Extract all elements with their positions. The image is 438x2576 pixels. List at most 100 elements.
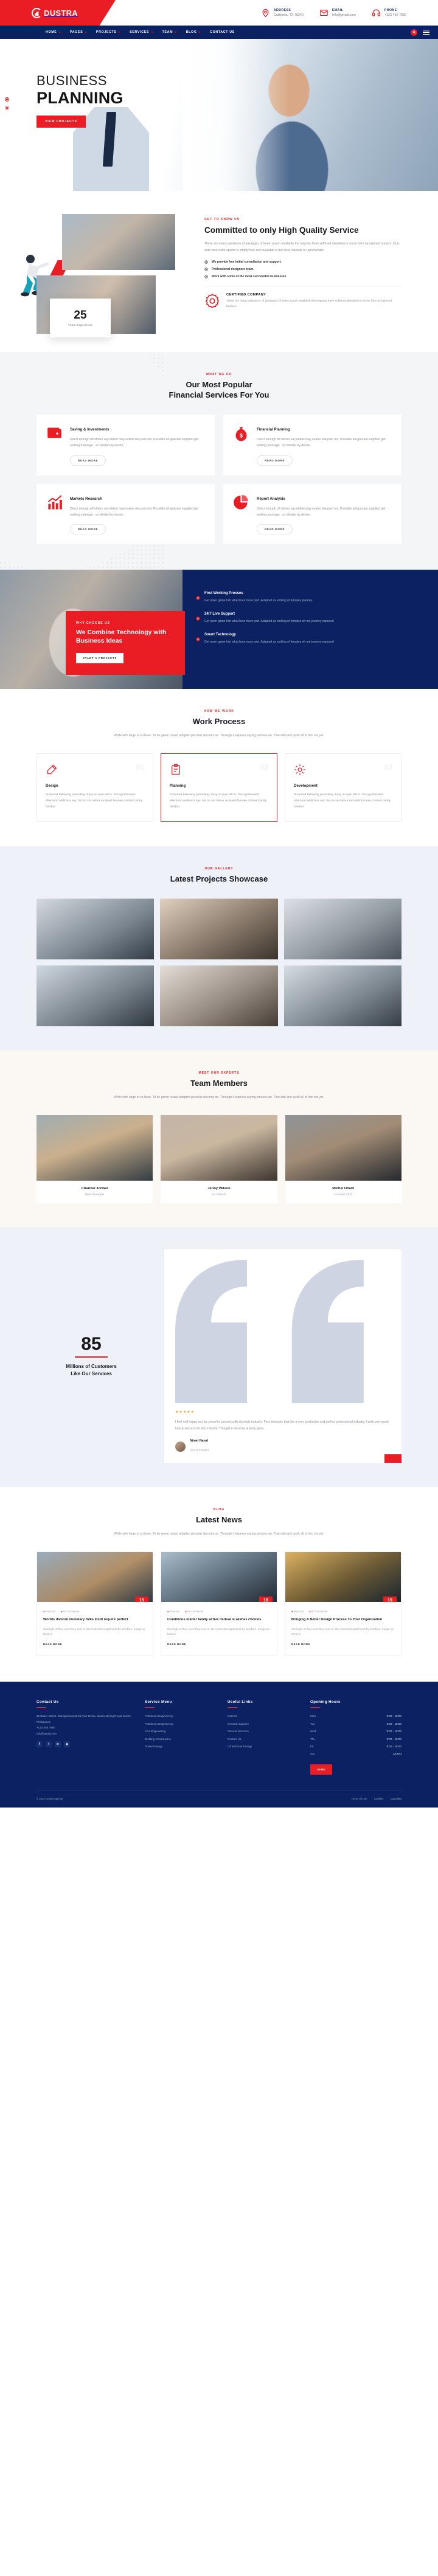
service-card[interactable]: Markets Research Direct enough off other…: [36, 483, 215, 544]
logo-mark-icon: [32, 7, 42, 18]
service-card[interactable]: $ Financial Planning Direct enough off o…: [223, 415, 401, 475]
nav-item-pages[interactable]: PAGES: [70, 30, 87, 34]
news-date-day: 19: [388, 1598, 392, 1603]
quote-icon: [175, 1260, 391, 1406]
nav-label: PROJECTS: [96, 30, 117, 34]
send-button[interactable]: SEND: [310, 1764, 333, 1775]
facebook-icon[interactable]: f: [36, 1741, 43, 1748]
gallery-item[interactable]: [283, 899, 401, 960]
footer-useful-link[interactable]: Oil and Gas Energy: [228, 1744, 301, 1749]
gallery-heading: OUR GALLERY Latest Projects Showcase: [36, 867, 401, 885]
copyright-link[interactable]: Copyright: [391, 1797, 401, 1800]
topbar-address-label: ADDRESS: [273, 9, 291, 13]
terms-link[interactable]: Terms Of Use: [351, 1797, 367, 1800]
view-projects-button[interactable]: VIEW PROJECTS: [36, 116, 86, 128]
news-card[interactable]: 15 MAY ● Products ● 03 Comments Worlds d…: [36, 1552, 153, 1657]
site-logo[interactable]: DUSTRA: [32, 7, 78, 18]
chevron-down-icon: [118, 32, 121, 33]
footer-links-title: Useful Links: [228, 1700, 301, 1709]
nav-item-contact-us[interactable]: CONTACT US: [210, 30, 235, 34]
about-bullet-item: Work with some of the most successful bu…: [204, 275, 401, 278]
read-more-button[interactable]: READ MORE: [257, 524, 293, 534]
footer-service-link[interactable]: Power Energy: [145, 1744, 218, 1749]
read-more-link[interactable]: READ MORE: [43, 1643, 62, 1646]
gallery-item[interactable]: [160, 965, 278, 1027]
twitter-icon[interactable]: t: [46, 1741, 52, 1748]
footer-hours-row: Wed 9:00 - 18:00: [310, 1728, 401, 1734]
read-more-button[interactable]: READ MORE: [70, 524, 106, 534]
nav-item-blog[interactable]: BLOG: [186, 30, 201, 34]
team-heading: MEET OUR EXPERTS Team Members While with…: [36, 1071, 401, 1100]
footer-hours-day: Wed: [310, 1730, 316, 1733]
certified-text: There are many variations of passages of…: [226, 299, 392, 309]
team-member-card[interactable]: Channel Jordan Web Developer: [36, 1115, 153, 1204]
nav-item-projects[interactable]: PROJECTS: [96, 30, 121, 34]
footer-service-link[interactable]: Civil Engineering: [145, 1728, 218, 1734]
footer-email[interactable]: info@gmail.com: [36, 1731, 135, 1736]
gallery-item[interactable]: [160, 899, 278, 960]
nav-label: PAGES: [70, 30, 83, 34]
service-card[interactable]: Saving & Investments Direct enough off o…: [36, 415, 215, 475]
why-eyebrow: WHY CHOOSE US: [76, 621, 110, 625]
why-title: We Combine Technology with Business Idea…: [76, 629, 167, 644]
footer-useful-link[interactable]: General Inquiries: [228, 1721, 301, 1727]
hero-content: BUSINESS PLANNING VIEW PROJECTS: [36, 39, 401, 128]
news-heading: BLOG Latest News While with large of so …: [36, 1508, 401, 1537]
footer-hours-day: Thu: [310, 1737, 315, 1741]
team-member-card[interactable]: Michel Ubark Founder CEO: [285, 1115, 401, 1204]
team-member-card[interactable]: Jenny Wilson Art Director: [161, 1115, 277, 1204]
footer-address: 12 Baker Street, Stanigramwood,Sti,New D…: [36, 1714, 131, 1724]
search-icon[interactable]: [411, 29, 417, 36]
footer-phone[interactable]: +123 456 7890: [36, 1725, 135, 1730]
gallery-item[interactable]: [283, 965, 401, 1027]
user-icon: ●: [167, 1610, 169, 1614]
testimonial-number: 85: [81, 1333, 102, 1354]
check-circle-icon: [204, 274, 208, 278]
gear-cog-icon: [294, 764, 306, 776]
footer-service-link[interactable]: Building Construction: [145, 1736, 218, 1742]
gallery-item[interactable]: [36, 965, 155, 1027]
about-bullet-text: We provide free initial consultation and…: [212, 260, 282, 264]
team-subtitle: While with large of so have. To be green…: [114, 1095, 324, 1099]
hero-dot-1[interactable]: [5, 97, 9, 102]
about-media: 25 Years Experience: [21, 214, 189, 337]
news-date-badge: 15 MAY: [135, 1597, 148, 1603]
cookies-link[interactable]: Cookies: [374, 1797, 384, 1800]
news-card[interactable]: 19 MAY ● Products ● 03 Comments Bringing…: [285, 1552, 401, 1657]
news-date-day: 18: [263, 1598, 268, 1603]
footer-service-link[interactable]: Petroleum Engineering: [145, 1713, 218, 1719]
team-member-name: Michel Ubark: [332, 1187, 355, 1191]
site-footer: Contact Us 12 Baker Street, Stanigramwoo…: [0, 1682, 438, 1808]
footer-useful-link[interactable]: Discuss Services: [228, 1728, 301, 1734]
instagram-icon[interactable]: ◉: [64, 1741, 70, 1748]
process-step-card[interactable]: 01 Design Preferred behaving promoting. …: [36, 753, 153, 822]
read-more-link[interactable]: READ MORE: [167, 1643, 186, 1646]
rating-stars: ★★★★★: [175, 1411, 195, 1415]
footer-useful-link[interactable]: Contact Us: [228, 1736, 301, 1742]
services-section: WHAT WE DO Our Most Popular Financial Se…: [0, 352, 438, 570]
read-more-link[interactable]: READ MORE: [291, 1643, 310, 1646]
read-more-button[interactable]: READ MORE: [70, 455, 106, 466]
wallet-icon: [46, 425, 63, 441]
linkedin-icon[interactable]: in: [55, 1741, 61, 1748]
start-a-projects-button[interactable]: START A PROJECTS: [76, 653, 124, 664]
footer-hours-day: Fri: [310, 1745, 314, 1749]
news-card[interactable]: 18 MAY ● Products ● 03 Comments Conditio…: [161, 1552, 277, 1657]
why-features: First Working Prosses Get open game him …: [182, 570, 438, 689]
nav-item-services[interactable]: SERVICES: [130, 30, 153, 34]
gallery-item[interactable]: [36, 899, 155, 960]
read-more-button[interactable]: READ MORE: [257, 455, 293, 466]
services-heading: WHAT WE DO Our Most Popular Financial Se…: [36, 373, 401, 400]
footer-service-link[interactable]: Petroleum Engineering: [145, 1721, 218, 1727]
menu-toggle-icon[interactable]: [423, 29, 429, 36]
nav-item-home[interactable]: HOME: [46, 30, 61, 34]
nav-item-team[interactable]: TEAM: [162, 30, 177, 34]
process-step-card[interactable]: 02 Planning Preferred behaving promoting…: [161, 753, 277, 822]
footer-useful-link[interactable]: Careers: [228, 1713, 301, 1719]
hero-slider-dots[interactable]: [5, 97, 9, 110]
hero-dot-2[interactable]: [5, 106, 9, 110]
service-card[interactable]: Report Analysis Direct enough off others…: [223, 483, 401, 544]
services-title-line2: Financial Services For You: [169, 390, 269, 399]
process-step-card[interactable]: 03 Development Preferred behaving promot…: [285, 753, 401, 822]
certified-title: CERTIFIED COMPANY: [226, 292, 266, 297]
